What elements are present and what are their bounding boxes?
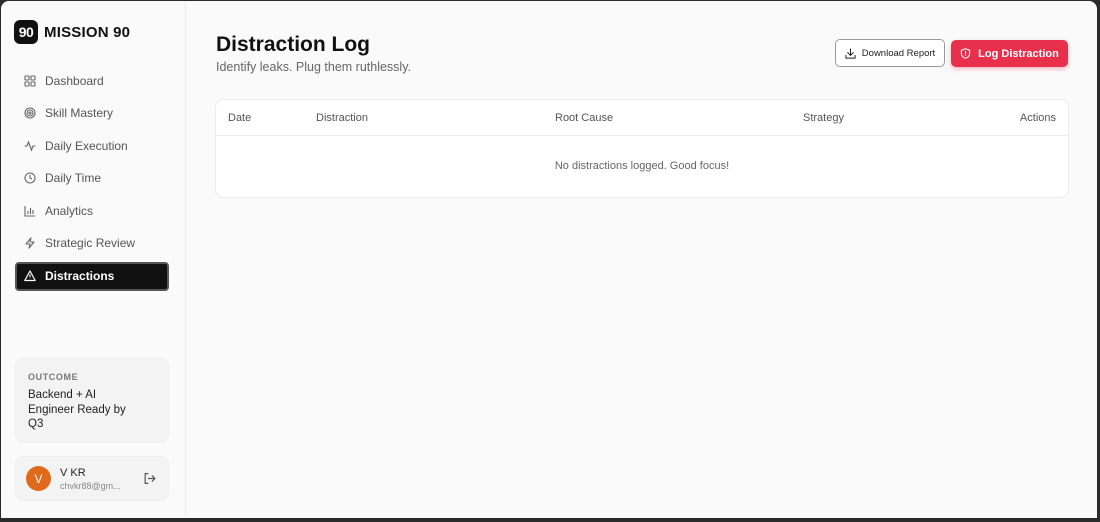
outcome-card: OUTCOME Backend + AI Engineer Ready by Q…: [15, 358, 169, 443]
grid-icon: [24, 74, 36, 87]
column-header-strategy: Strategy: [803, 112, 844, 124]
sidebar-item-skill-mastery[interactable]: Skill Mastery: [15, 99, 169, 128]
log-distraction-label: Log Distraction: [978, 47, 1059, 60]
download-report-button[interactable]: Download Report: [835, 39, 945, 67]
lightning-icon: [25, 237, 35, 250]
user-card: V V KR chvkr88@gm...: [15, 456, 169, 501]
sidebar-item-daily-execution[interactable]: Daily Execution: [15, 131, 169, 160]
brand-name: MISSION 90: [44, 23, 131, 41]
user-info: V KR chvkr88@gm...: [60, 467, 130, 491]
sidebar-item-label: Skill Mastery: [45, 106, 114, 121]
sidebar-item-label: Daily Time: [45, 171, 102, 186]
sidebar-item-label: Analytics: [45, 203, 94, 218]
clock-icon: [24, 172, 36, 184]
avatar[interactable]: V: [26, 466, 51, 491]
brand[interactable]: 90 MISSION 90: [14, 20, 130, 44]
logout-icon[interactable]: [143, 472, 156, 485]
app-window: 90 MISSION 90 Dashboard Skill Mastery Da…: [1, 1, 1097, 518]
main-content: Distraction Log Identify leaks. Plug the…: [186, 1, 1097, 518]
column-header-actions: Actions: [1019, 112, 1056, 124]
page-title: Distraction Log: [216, 33, 371, 56]
activity-icon: [24, 140, 36, 152]
sidebar: 90 MISSION 90 Dashboard Skill Mastery Da…: [1, 1, 186, 518]
download-icon: [845, 47, 856, 59]
log-distraction-button[interactable]: Log Distraction: [951, 40, 1068, 67]
outcome-text: Backend + AI Engineer Ready by Q3: [28, 389, 126, 430]
sidebar-item-daily-time[interactable]: Daily Time: [15, 164, 169, 193]
warning-icon: [24, 270, 36, 282]
sidebar-item-label: Dashboard: [45, 73, 104, 88]
outcome-label: OUTCOME: [28, 372, 79, 382]
column-header-root-cause: Root Cause: [555, 112, 614, 124]
column-header-date: Date: [228, 112, 252, 124]
page-subtitle: Identify leaks. Plug them ruthlessly.: [216, 60, 411, 74]
sidebar-item-strategic-review[interactable]: Strategic Review: [15, 229, 169, 258]
target-icon: [24, 107, 36, 119]
sidebar-item-label: Daily Execution: [45, 138, 128, 153]
user-name: V KR: [60, 466, 86, 479]
empty-state-message: No distractions logged. Good focus!: [554, 160, 730, 172]
sidebar-nav: Dashboard Skill Mastery Daily Execution …: [15, 66, 169, 294]
column-header-distraction: Distraction: [316, 112, 368, 124]
shield-alert-icon: [960, 48, 971, 59]
sidebar-item-dashboard[interactable]: Dashboard: [15, 66, 169, 95]
sidebar-item-distractions[interactable]: Distractions: [15, 261, 169, 291]
sidebar-item-label: Distractions: [45, 269, 115, 284]
download-report-label: Download Report: [861, 47, 936, 59]
bar-chart-icon: [24, 205, 35, 217]
user-email: chvkr88@gm...: [60, 480, 121, 491]
distraction-table: Date Distraction Root Cause Strategy Act…: [215, 99, 1069, 198]
table-header: Date Distraction Root Cause Strategy Act…: [216, 100, 1068, 136]
sidebar-item-label: Strategic Review: [45, 236, 136, 251]
sidebar-item-analytics[interactable]: Analytics: [15, 196, 169, 225]
brand-logo: 90: [14, 20, 38, 44]
